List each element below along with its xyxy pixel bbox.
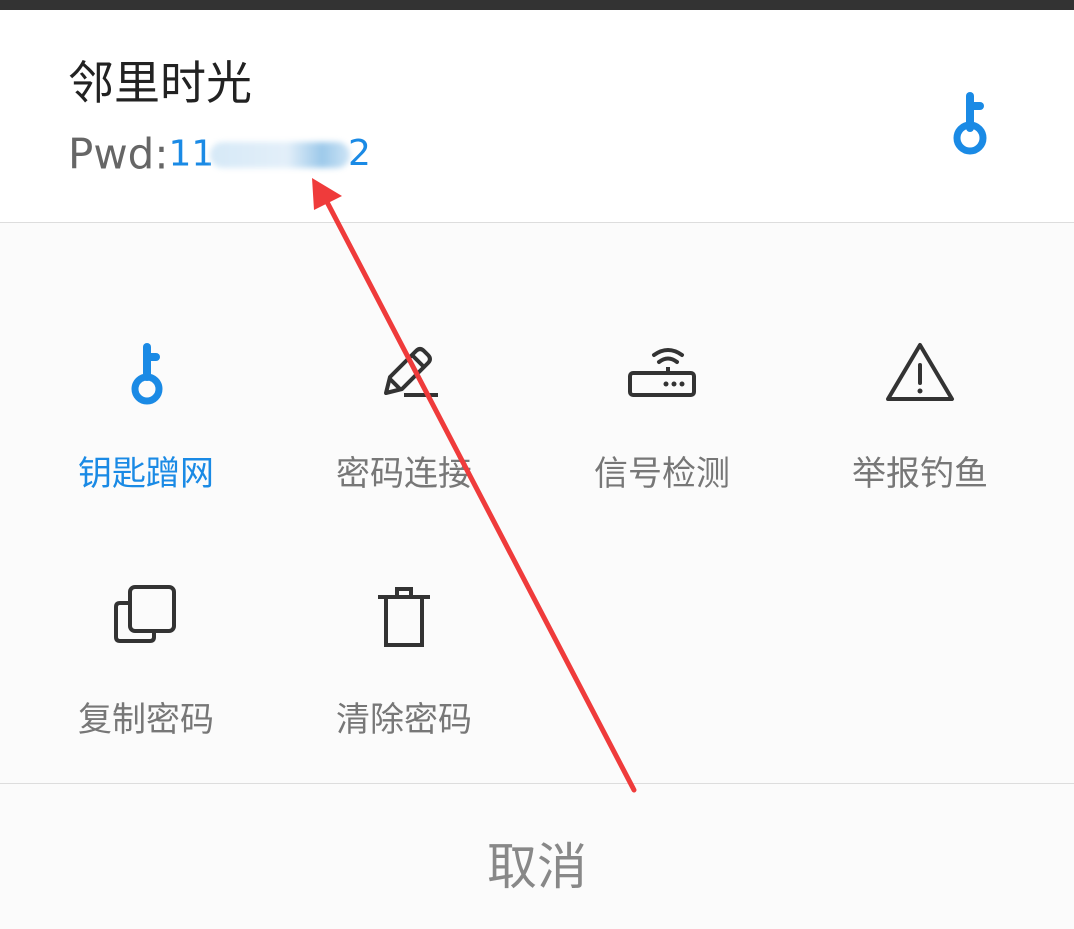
action-label: 清除密码 bbox=[336, 700, 472, 740]
action-label: 复制密码 bbox=[78, 700, 214, 740]
network-header: 邻里时光 Pwd:11 2 bbox=[0, 10, 1074, 222]
action-label: 信号检测 bbox=[594, 454, 730, 494]
copy-icon bbox=[114, 585, 176, 643]
status-bar-edge bbox=[0, 0, 1074, 10]
password-prefix: 11 bbox=[168, 133, 215, 175]
action-label: 密码连接 bbox=[336, 454, 472, 494]
action-report-phishing[interactable]: 举报钓鱼 bbox=[791, 273, 1049, 494]
wifi-action-sheet: 邻里时光 Pwd:11 2 钥匙蹭网 密码连接 信号检测 举报钓鱼 复制密码 清… bbox=[0, 0, 1074, 929]
actions-panel: 钥匙蹭网 密码连接 信号检测 举报钓鱼 复制密码 清除密码 bbox=[0, 223, 1074, 783]
action-clear-password[interactable]: 清除密码 bbox=[275, 519, 533, 740]
action-label: 钥匙蹭网 bbox=[78, 454, 214, 494]
action-label: 举报钓鱼 bbox=[852, 454, 988, 494]
cancel-area: 取消 bbox=[0, 784, 1074, 929]
action-signal-test[interactable]: 信号检测 bbox=[533, 273, 791, 494]
password-suffix: 2 bbox=[348, 133, 371, 174]
router-icon bbox=[628, 348, 696, 397]
warning-icon bbox=[886, 343, 954, 401]
network-name: 邻里时光 bbox=[68, 56, 252, 110]
password-label: Pwd: bbox=[68, 129, 169, 179]
key-icon bbox=[131, 343, 163, 405]
trash-icon bbox=[378, 587, 430, 647]
action-copy-password[interactable]: 复制密码 bbox=[17, 519, 275, 740]
action-password-connect[interactable]: 密码连接 bbox=[275, 273, 533, 494]
pencil-icon bbox=[384, 347, 438, 397]
key-icon bbox=[953, 92, 987, 155]
password-redaction bbox=[210, 142, 350, 168]
action-key-share[interactable]: 钥匙蹭网 bbox=[17, 273, 275, 494]
cancel-button[interactable]: 取消 bbox=[0, 784, 1074, 929]
password-line: Pwd:11 2 bbox=[68, 129, 371, 179]
